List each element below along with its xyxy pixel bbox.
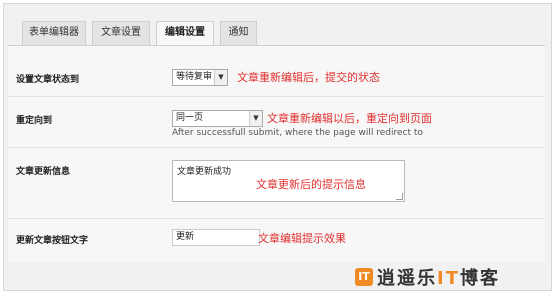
update-button-text-input[interactable]: 更新 (172, 229, 260, 246)
logo-mark-icon: IT (355, 268, 373, 286)
row-separator (8, 147, 545, 148)
update-message-annotation: 文章更新后的提示信息 (256, 178, 366, 191)
resize-handle-icon[interactable] (396, 193, 403, 200)
redirect-help-text: After successfull submit, where the page… (172, 128, 423, 138)
update-message-label: 文章更新信息 (16, 167, 71, 177)
tab-edit-settings[interactable]: 编辑设置 (156, 21, 214, 46)
status-annotation: 文章重新编辑后，提交的状态 (237, 71, 380, 84)
tab-post-settings[interactable]: 文章设置 (92, 21, 150, 45)
logo-text-prefix: 逍遥乐 (377, 268, 437, 289)
redirect-select-value: 同一页 (176, 113, 204, 123)
tab-form-editor[interactable]: 表单编辑器 (22, 21, 86, 45)
status-select[interactable]: 等待复审 ▼ (172, 69, 228, 86)
logo-text: 逍遥乐IT博客 (377, 264, 500, 290)
redirect-select[interactable]: 同一页 ▼ (172, 110, 263, 127)
update-button-annotation: 文章编辑提示效果 (258, 232, 346, 245)
row-separator (8, 218, 545, 219)
logo-text-suffix: 博客 (459, 268, 500, 289)
status-label: 设置文章状态到 (16, 75, 80, 85)
status-select-value: 等待复审 (176, 72, 213, 82)
redirect-label: 重定向到 (16, 116, 53, 126)
chevron-down-icon: ▼ (214, 70, 227, 85)
update-button-text-value: 更新 (176, 232, 195, 242)
logo-text-highlight: IT (437, 268, 460, 289)
tab-notifications[interactable]: 通知 (220, 21, 257, 45)
row-separator (8, 96, 545, 97)
site-logo: IT 逍遥乐IT博客 (355, 264, 500, 290)
redirect-annotation: 文章重新编辑以后，重定向到页面 (267, 112, 432, 125)
update-message-value: 文章更新成功 (177, 167, 232, 177)
chevron-down-icon: ▼ (249, 111, 262, 126)
update-button-label: 更新文章按钮文字 (16, 236, 89, 246)
